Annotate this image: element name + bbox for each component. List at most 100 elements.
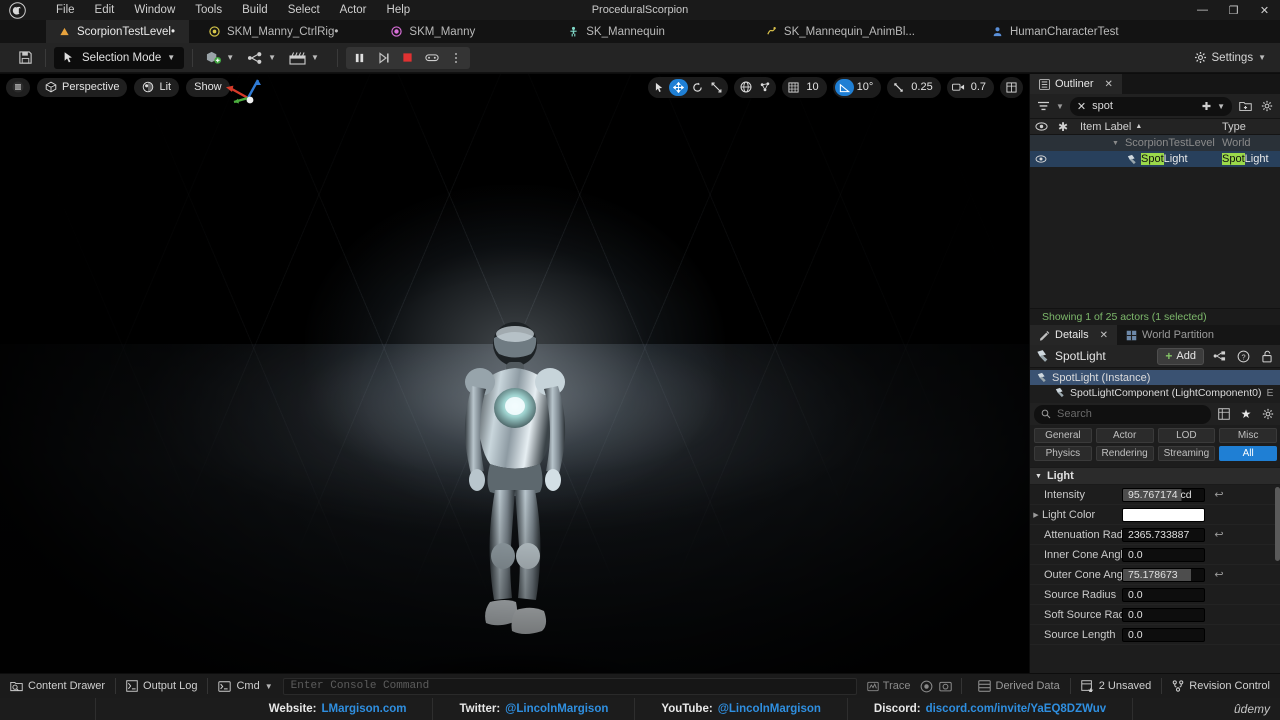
intensity-input[interactable]: 95.767174 cd [1122,487,1205,502]
filter-misc[interactable]: Misc [1219,428,1277,443]
search-add-icon[interactable]: ✚ [1202,100,1211,113]
minimize-button[interactable]: — [1187,0,1218,20]
trace-button[interactable]: Trace [861,674,917,699]
row-visibility-toggle[interactable] [1030,155,1052,163]
expander-icon[interactable]: ▼ [1035,473,1042,480]
menu-window[interactable]: Window [124,0,185,20]
tab-outliner[interactable]: Outliner ✕ [1030,74,1122,94]
rotate-tool-button[interactable] [688,79,707,96]
details-view-options-icon[interactable] [1215,405,1233,424]
source-radius-property[interactable]: Source Radius 0.0 [1030,585,1280,605]
cmd-dropdown[interactable]: Cmd ▼ [208,674,278,699]
new-folder-icon[interactable] [1236,97,1254,116]
filter-rendering[interactable]: Rendering [1095,446,1154,461]
play-options-button[interactable] [445,48,467,68]
filter-general[interactable]: General [1034,428,1092,443]
revision-control-button[interactable]: Revision Control [1162,674,1280,699]
save-button[interactable] [14,47,37,69]
source-length-property[interactable]: Source Length 0.0 [1030,625,1280,645]
tab-scorpiontestlevel[interactable]: ScorpionTestLevel• [46,20,189,43]
scale-tool-button[interactable] [707,79,726,96]
item-label-column-header[interactable]: Item Label ▲ [1074,121,1218,133]
menu-build[interactable]: Build [232,0,278,20]
pinned-column-header[interactable]: ✱ [1052,118,1074,135]
menu-file[interactable]: File [46,0,85,20]
output-log-button[interactable]: Output Log [116,674,207,699]
console-command-input[interactable]: Enter Console Command [282,677,857,695]
pause-button[interactable] [349,48,371,68]
tab-skm-manny[interactable]: SKM_Manny [378,20,489,43]
inner-cone-angle-input[interactable]: 0.0 [1122,547,1205,562]
filter-physics[interactable]: Physics [1034,446,1092,461]
close-icon[interactable]: ✕ [1100,330,1108,341]
menu-select[interactable]: Select [278,0,330,20]
footer-youtube-link[interactable]: @LincolnMargison [718,703,821,715]
footer-discord-link[interactable]: discord.com/invite/YaEQ8DZWuv [926,703,1107,715]
details-scrollbar[interactable] [1275,487,1280,561]
filter-streaming[interactable]: Streaming [1157,446,1216,461]
expander-icon[interactable]: ▶ [1030,511,1042,519]
footer-website-link[interactable]: LMargison.com [322,703,407,715]
settings-button[interactable]: Settings ▼ [1186,47,1274,69]
tab-sk-mannequin[interactable]: SK_Mannequin [555,20,679,43]
help-icon[interactable]: ? [1234,347,1252,366]
menu-edit[interactable]: Edit [85,0,125,20]
reset-icon[interactable]: ↩ [1211,488,1227,501]
filter-chevron-icon[interactable]: ▼ [1056,102,1064,111]
surface-snap-toggle[interactable] [755,79,774,96]
details-settings-icon[interactable] [1259,405,1277,424]
reset-icon[interactable]: ↩ [1211,568,1227,581]
menu-actor[interactable]: Actor [330,0,377,20]
details-search-input[interactable]: Search [1034,404,1211,424]
viewport-layouts-button[interactable] [1002,79,1021,96]
camera-speed-icon[interactable] [949,79,968,96]
footer-youtube[interactable]: YouTube: @LincolnMargison [635,698,848,720]
outliner-row-spotlight[interactable]: SpotLight SpotLight [1030,151,1280,167]
trace-record-button[interactable] [917,674,936,699]
create-button[interactable]: ▼ [201,47,238,69]
tab-world-partition[interactable]: World Partition [1117,325,1223,345]
tab-sk-mannequin-animbl[interactable]: SK_Mannequin_AnimBl... [753,20,929,43]
tab-details[interactable]: Details ✕ [1030,325,1118,345]
scale-snap-value[interactable]: 0.25 [908,81,938,93]
attenuation-radius-input[interactable]: 2365.733887 [1122,527,1205,542]
component-spotlight-component[interactable]: SpotLightComponent (LightComponent0) E [1030,385,1280,400]
level-viewport[interactable]: 所以我们有一点小拖延,有一点小协调,有中部和骨盆的运动 So we've got… [0,74,1029,673]
view-mode-dropdown[interactable]: Lit [134,77,180,97]
footer-twitter-link[interactable]: @LincolnMargison [505,703,608,715]
blueprint-edit-icon[interactable] [1210,347,1228,366]
unreal-logo-icon[interactable] [0,0,34,20]
filter-actor[interactable]: Actor [1095,428,1154,443]
trace-snapshot-button[interactable] [936,674,955,699]
visibility-column-header[interactable] [1030,118,1052,135]
reset-icon[interactable]: ↩ [1211,528,1227,541]
frame-advance-button[interactable] [373,48,395,68]
world-space-toggle[interactable] [736,79,755,96]
favorites-star-icon[interactable]: ★ [1237,405,1255,424]
source-length-input[interactable]: 0.0 [1122,627,1205,642]
filter-all[interactable]: All [1219,446,1277,461]
outer-cone-angle-input[interactable]: 75.178673 [1122,567,1205,582]
outliner-settings-icon[interactable] [1258,97,1276,116]
angle-snap-toggle[interactable] [834,78,854,96]
tab-humancharactertest[interactable]: HumanCharacterTest [979,20,1133,43]
derived-data-button[interactable]: Derived Data [968,674,1070,699]
grid-snap-value[interactable]: 10 [803,81,824,93]
outer-cone-angle-property[interactable]: Outer Cone Angle 75.178673 ↩ [1030,565,1280,585]
search-chevron-icon[interactable]: ▼ [1217,102,1225,111]
inner-cone-angle-property[interactable]: Inner Cone Angle 0.0 [1030,545,1280,565]
light-color-property[interactable]: ▶ Light Color [1030,505,1280,525]
eject-button[interactable] [421,48,443,68]
close-icon[interactable]: ✕ [1105,79,1113,90]
intensity-property[interactable]: Intensity 95.767174 cd ↩ [1030,485,1280,505]
footer-discord[interactable]: Discord: discord.com/invite/YaEQ8DZWuv [848,698,1134,720]
light-color-swatch[interactable] [1122,507,1205,522]
search-clear-icon[interactable]: ✕ [1077,100,1086,113]
soft-source-radius-input[interactable]: 0.0 [1122,607,1205,622]
outliner-search-input[interactable]: ✕ spot ✚ ▼ [1069,96,1232,116]
cinematics-button[interactable]: ▼ [285,47,323,69]
filter-lod[interactable]: LOD [1157,428,1216,443]
blueprints-button[interactable]: ▼ [243,47,280,69]
camera-speed-value[interactable]: 0.7 [968,81,992,93]
footer-website[interactable]: Website: LMargison.com [243,698,434,720]
